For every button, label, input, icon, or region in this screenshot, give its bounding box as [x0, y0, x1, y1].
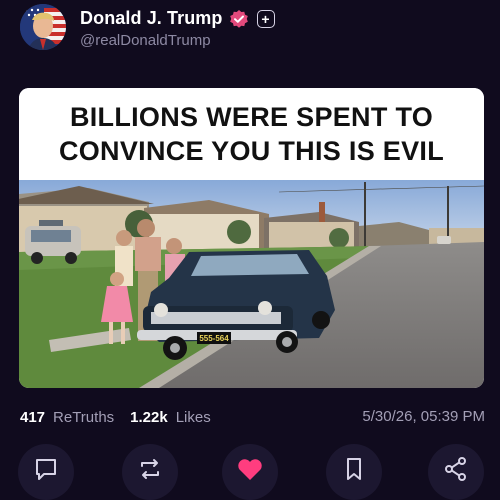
retruths-label[interactable]: ReTruths: [53, 409, 114, 426]
avatar[interactable]: [20, 4, 66, 50]
verified-badge-icon: [229, 9, 249, 29]
retruths-count[interactable]: 417: [20, 409, 45, 426]
retruth-button[interactable]: [122, 444, 178, 500]
action-bar: [0, 444, 500, 500]
post-media[interactable]: BILLIONS WERE SPENT TO CONVINCE YOU THIS…: [19, 88, 484, 388]
bookmark-button[interactable]: [326, 444, 382, 500]
likes-count[interactable]: 1.22k: [130, 409, 168, 426]
heart-icon: [236, 456, 264, 500]
like-button[interactable]: [222, 444, 278, 500]
author-name[interactable]: Donald J. Trump: [80, 8, 223, 29]
meme-caption: BILLIONS WERE SPENT TO CONVINCE YOU THIS…: [19, 88, 484, 180]
share-icon: [443, 456, 469, 500]
likes-label[interactable]: Likes: [176, 409, 211, 426]
post-timestamp: 5/30/26, 05:39 PM: [362, 408, 485, 425]
comment-icon: [33, 456, 59, 500]
bookmark-icon: [341, 456, 367, 500]
license-plate: 555-564: [199, 334, 229, 343]
vintage-car-photo: 555-564: [19, 180, 484, 388]
reply-button[interactable]: [18, 444, 74, 500]
author-handle[interactable]: @realDonaldTrump: [80, 32, 211, 49]
follow-plus-icon[interactable]: +: [256, 9, 275, 28]
post-stats: 417 ReTruths 1.22k Likes 5/30/26, 05:39 …: [20, 406, 485, 428]
repost-icon: [137, 456, 163, 500]
share-button[interactable]: [428, 444, 484, 500]
post-header: Donald J. Trump + @realDonaldTrump: [20, 4, 480, 52]
